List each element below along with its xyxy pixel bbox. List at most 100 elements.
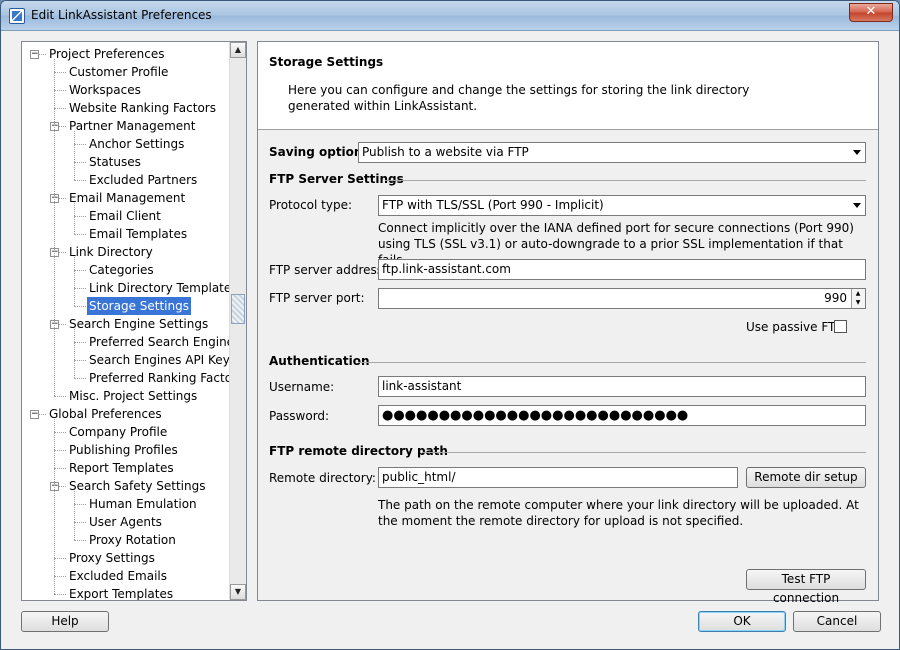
tree-item[interactable]: Statuses — [87, 153, 143, 171]
auth-section-title: Authentication — [269, 354, 370, 368]
password-input[interactable]: ●●●●●●●●●●●●●●●●●●●●●●●●●●● — [378, 405, 866, 426]
tree-connector — [74, 270, 86, 271]
tree-connector — [54, 576, 66, 577]
saving-option-select[interactable]: Publish to a website via FTP — [358, 142, 866, 163]
password-label: Password: — [269, 409, 330, 423]
tree-guide — [54, 59, 55, 396]
scroll-thumb[interactable] — [231, 294, 245, 324]
divider — [385, 180, 866, 181]
divider — [422, 452, 866, 453]
tree-item[interactable]: Excluded Emails — [67, 567, 169, 585]
preferences-tree: − Project Preferences Customer Profile Work… — [21, 41, 247, 601]
tree-item[interactable]: Report Templates — [67, 459, 176, 477]
tree-connector — [74, 522, 86, 523]
protocol-type-select[interactable]: FTP with TLS/SSL (Port 990 - Implicit) — [378, 195, 866, 216]
tree-item[interactable]: Link Directory — [67, 243, 155, 261]
remote-directory-input[interactable]: public_html/ — [378, 467, 738, 488]
tree-item[interactable]: Preferred Search Engines — [87, 333, 230, 351]
title-bar[interactable]: Edit LinkAssistant Preferences ✕ — [1, 1, 899, 31]
tree-item[interactable]: Proxy Rotation — [87, 531, 178, 549]
tree-item[interactable]: Link Directory Templates — [87, 279, 230, 297]
tree-connector — [74, 378, 86, 379]
tree-collapse-icon[interactable]: − — [30, 50, 39, 59]
tree-guide — [74, 257, 75, 306]
tree-item[interactable]: Project Preferences — [47, 45, 166, 63]
tree-connector — [54, 558, 66, 559]
divider — [358, 362, 866, 363]
username-input[interactable]: link-assistant — [378, 376, 866, 397]
tree-connector — [54, 396, 66, 397]
tree-item[interactable]: Search Engines API Keys — [87, 351, 230, 369]
tree-item[interactable]: Email Templates — [87, 225, 189, 243]
server-port-stepper[interactable]: 990 — [378, 288, 866, 309]
tree-item[interactable]: Storage Settings — [87, 297, 191, 315]
tree-connector — [74, 360, 86, 361]
spinner — [851, 289, 865, 308]
scroll-down-arrow-icon[interactable]: ▼ — [230, 584, 246, 600]
close-button[interactable]: ✕ — [849, 3, 893, 22]
tree-connector — [74, 162, 86, 163]
server-port-label: FTP server port: — [269, 291, 365, 305]
ftp-section-title: FTP Server Settings — [269, 172, 404, 186]
tree-item[interactable]: Workspaces — [67, 81, 143, 99]
tree-item[interactable]: Misc. Project Settings — [67, 387, 199, 405]
tree-connector — [54, 90, 66, 91]
tree-connector — [74, 180, 86, 181]
tree-item[interactable]: Search Safety Settings — [67, 477, 207, 495]
tree-item[interactable]: Categories — [87, 261, 156, 279]
help-button[interactable]: Help — [21, 611, 109, 632]
tree-item[interactable]: User Agents — [87, 513, 164, 531]
tree-item[interactable]: Email Client — [87, 207, 163, 225]
close-icon: ✕ — [865, 4, 877, 19]
tree-connector — [74, 540, 86, 541]
server-address-input[interactable]: ftp.link-assistant.com — [378, 259, 866, 280]
tree-item[interactable]: Proxy Settings — [67, 549, 157, 567]
tree-item[interactable]: Email Management — [67, 189, 187, 207]
protocol-type-value: FTP with TLS/SSL (Port 990 - Implicit) — [382, 198, 604, 212]
settings-header: Storage Settings Here you can configure … — [258, 42, 878, 130]
tree-connector — [54, 72, 66, 73]
test-ftp-connection-button[interactable]: Test FTP connection — [746, 569, 866, 605]
tree-guide — [74, 131, 75, 180]
tree-connector — [74, 234, 86, 235]
tree-connector — [54, 594, 66, 595]
remote-directory-hint: The path on the remote computer where yo… — [378, 498, 859, 528]
settings-panel: Storage Settings Here you can configure … — [257, 41, 879, 605]
tree-connector — [74, 288, 86, 289]
scroll-up-arrow-icon[interactable]: ▲ — [230, 42, 246, 58]
tree-guide — [74, 203, 75, 234]
tree-item[interactable]: Preferred Ranking Factors — [87, 369, 230, 387]
remote-dir-setup-button[interactable]: Remote dir setup — [746, 467, 866, 488]
ok-button[interactable]: OK — [698, 611, 786, 632]
username-label: Username: — [269, 380, 335, 394]
spin-up-icon[interactable] — [852, 289, 864, 298]
tree-connector — [74, 342, 86, 343]
tree-collapse-icon[interactable]: − — [30, 410, 39, 419]
tree-item[interactable]: Excluded Partners — [87, 171, 199, 189]
remote-directory-label: Remote directory: — [269, 471, 376, 485]
tree-item[interactable]: Company Profile — [67, 423, 169, 441]
tree-connector — [54, 450, 66, 451]
tree-connector — [54, 108, 66, 109]
passive-ftp-checkbox[interactable] — [834, 320, 847, 333]
tree-connector — [54, 468, 66, 469]
spin-down-icon[interactable] — [852, 298, 864, 307]
tree-guide — [74, 329, 75, 378]
cancel-button[interactable]: Cancel — [793, 611, 881, 632]
tree-viewport: − Project Preferences Customer Profile Work… — [22, 42, 230, 600]
tree-item[interactable]: Search Engine Settings — [67, 315, 210, 333]
tree-item[interactable]: Global Preferences — [47, 405, 164, 423]
chevron-down-icon — [853, 150, 861, 155]
saving-option-value: Publish to a website via FTP — [362, 145, 529, 159]
remote-section-title: FTP remote directory path — [269, 444, 448, 458]
server-address-label: FTP server address: — [269, 263, 388, 277]
tree-item[interactable]: Human Emulation — [87, 495, 199, 513]
tree-scrollbar[interactable]: ▲ ▼ — [229, 42, 246, 600]
tree-item[interactable]: Customer Profile — [67, 63, 170, 81]
page-title: Storage Settings — [269, 55, 384, 69]
tree-item[interactable]: Export Templates — [67, 585, 175, 600]
tree-item[interactable]: Website Ranking Factors — [67, 99, 218, 117]
tree-item[interactable]: Partner Management — [67, 117, 197, 135]
tree-item[interactable]: Anchor Settings — [87, 135, 186, 153]
tree-item[interactable]: Publishing Profiles — [67, 441, 180, 459]
